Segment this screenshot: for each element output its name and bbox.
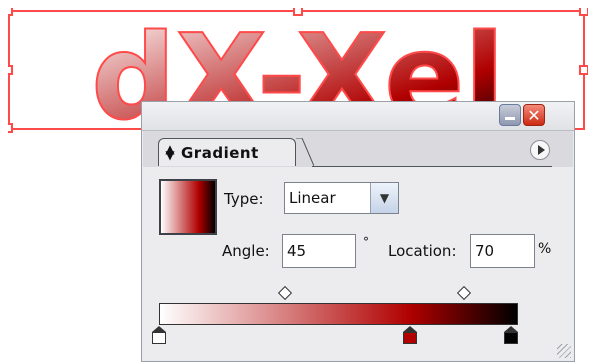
location-value: 70 [475, 242, 495, 260]
minimize-icon[interactable] [499, 104, 521, 126]
angle-label: Angle: [222, 242, 270, 260]
chevron-down-icon[interactable]: ▼ [370, 183, 398, 213]
gradient-stop-white[interactable] [152, 326, 166, 344]
type-select-value: Linear [289, 189, 336, 207]
type-select[interactable]: Linear ▼ [284, 182, 399, 214]
gradient-stop-black[interactable] [504, 326, 518, 344]
gradient-panel: ✕ ▲ ▼ Gradient Type: Linear ▼ Angle: 45 °… [141, 101, 575, 362]
gradient-swatch[interactable] [159, 179, 217, 235]
close-icon[interactable]: ✕ [523, 104, 545, 126]
panel-menu-icon[interactable] [530, 140, 550, 160]
tab-edge [296, 138, 314, 167]
angle-input[interactable]: 45 [282, 234, 356, 268]
gradient-midpoint-2[interactable] [457, 285, 472, 301]
location-label: Location: [388, 242, 457, 260]
tab-gradient-label: Gradient [181, 143, 259, 162]
panel-content: Type: Linear ▼ Angle: 45 ° Location: 70 … [143, 167, 573, 360]
angle-value: 45 [287, 242, 307, 260]
gradient-midpoint-1[interactable] [277, 285, 292, 301]
gradient-stop-red[interactable] [403, 326, 418, 344]
location-unit: % [538, 241, 552, 257]
angle-unit: ° [363, 235, 369, 249]
location-input[interactable]: 70 [470, 234, 535, 268]
panel-titlebar[interactable]: ✕ [142, 102, 574, 131]
type-label: Type: [224, 190, 264, 208]
tab-gradient[interactable]: ▲ ▼ Gradient [158, 138, 296, 166]
gradient-slider[interactable] [159, 303, 518, 325]
collapse-toggle-icon[interactable]: ▲ ▼ [165, 143, 175, 161]
resize-grip[interactable] [557, 344, 571, 358]
